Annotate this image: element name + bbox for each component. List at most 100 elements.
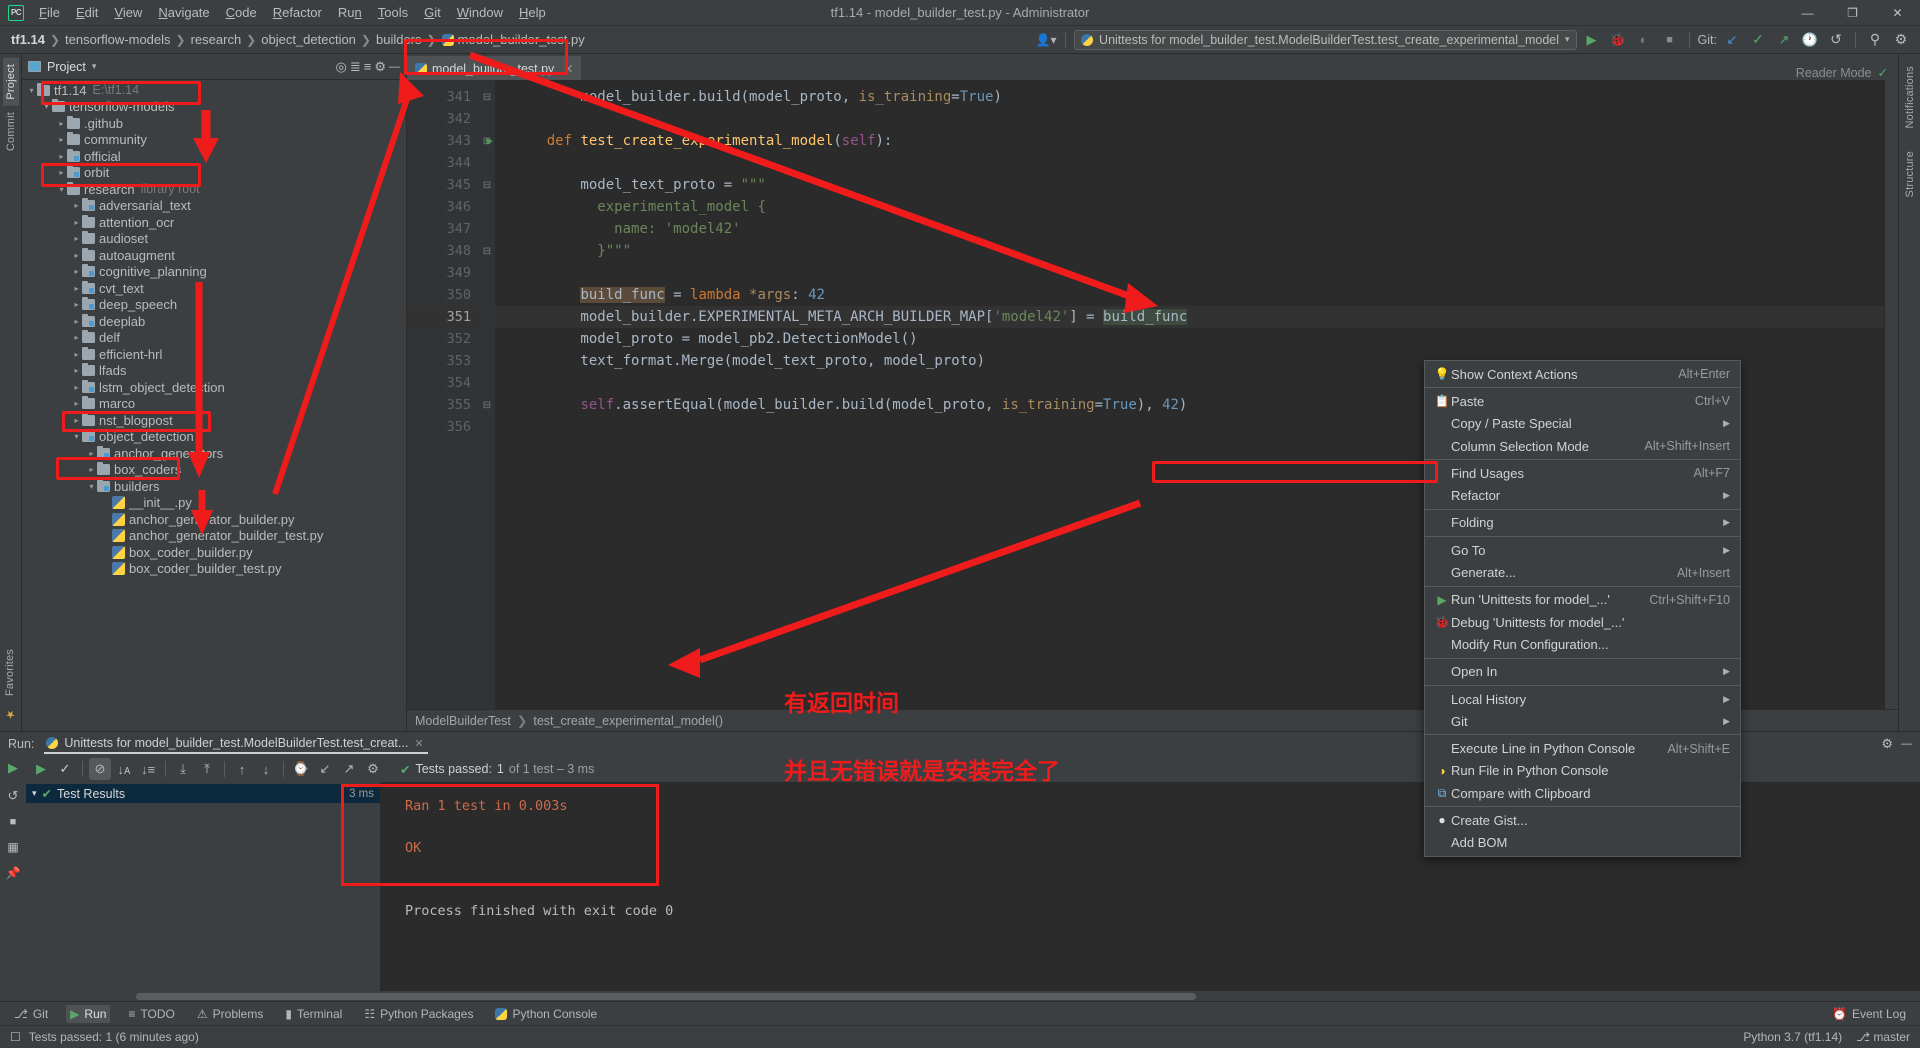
menu-tools[interactable]: Tools bbox=[370, 2, 416, 23]
run-window-tab[interactable]: Unittests for model_builder_test.ModelBu… bbox=[44, 734, 428, 754]
tree-node[interactable]: object_detection bbox=[22, 429, 406, 446]
chevron-right-icon[interactable] bbox=[71, 366, 82, 375]
line-number[interactable]: 346 bbox=[407, 196, 479, 218]
run-configuration-selector[interactable]: Unittests for model_builder_test.ModelBu… bbox=[1074, 29, 1577, 50]
chevron-right-icon[interactable] bbox=[56, 168, 67, 177]
history-icon[interactable]: 🕐 bbox=[1799, 29, 1821, 51]
tree-node[interactable]: community bbox=[22, 132, 406, 149]
status-tab-problems[interactable]: ⚠ Problems bbox=[193, 1005, 267, 1023]
code-line[interactable]: model_builder.EXPERIMENTAL_META_ARCH_BUI… bbox=[495, 306, 1884, 328]
chevron-right-icon[interactable] bbox=[71, 383, 82, 392]
tree-node[interactable]: research library root bbox=[22, 181, 406, 198]
code-line[interactable]: model_text_proto = """ bbox=[495, 174, 1884, 196]
tree-node[interactable]: tensorflow-models bbox=[22, 99, 406, 116]
settings-icon[interactable]: ⚙ bbox=[1890, 29, 1912, 51]
expand-icon[interactable]: ≡ bbox=[364, 59, 372, 74]
settings-icon[interactable]: ⚙ bbox=[1881, 736, 1893, 752]
menu-edit[interactable]: Edit bbox=[68, 2, 106, 23]
sort-duration-icon[interactable]: ↓≡ bbox=[137, 758, 159, 780]
chevron-down-icon[interactable] bbox=[26, 86, 37, 95]
sort-alpha-icon[interactable]: ↓ᴀ bbox=[113, 758, 135, 780]
git-commit-icon[interactable]: ✓ bbox=[1747, 29, 1769, 51]
line-number[interactable]: 347 bbox=[407, 218, 479, 240]
context-menu-item[interactable]: Copy / Paste Special ▶ bbox=[1425, 413, 1740, 435]
tree-node[interactable]: tf1.14 E:\tf1.14 bbox=[22, 82, 406, 99]
tree-node[interactable]: audioset bbox=[22, 231, 406, 248]
context-menu-item[interactable]: Folding ▶ bbox=[1425, 512, 1740, 534]
context-menu-item[interactable]: Column Selection Mode Alt+Shift+Insert bbox=[1425, 435, 1740, 457]
line-number[interactable]: 353 bbox=[407, 350, 479, 372]
tree-node[interactable]: box_coder_builder.py bbox=[22, 544, 406, 561]
line-number-gutter[interactable]: 341 342 343 ▶ 344 345 346 347 348 349 350 351 352 353… bbox=[407, 80, 493, 709]
line-number[interactable]: 345 bbox=[407, 174, 479, 196]
breadcrumb-item-research[interactable]: research bbox=[188, 30, 245, 49]
code-line[interactable] bbox=[495, 262, 1884, 284]
context-menu-item[interactable]: Git ▶ bbox=[1425, 710, 1740, 732]
rerun-icon[interactable]: ▶ bbox=[30, 758, 52, 780]
status-tab-terminal[interactable]: ▮ Terminal bbox=[281, 1005, 346, 1023]
stop-icon[interactable]: ■ bbox=[10, 816, 17, 828]
line-number[interactable]: 342 bbox=[407, 108, 479, 130]
chevron-right-icon[interactable] bbox=[71, 300, 82, 309]
breadcrumb-method[interactable]: test_create_experimental_model() bbox=[533, 714, 723, 728]
chevron-right-icon[interactable] bbox=[71, 317, 82, 326]
context-menu-item[interactable]: Execute Line in Python Console Alt+Shift+… bbox=[1425, 737, 1740, 759]
status-tab-todo[interactable]: ≡ TODO bbox=[124, 1005, 178, 1023]
fold-marker-icon[interactable]: ⊟ bbox=[479, 174, 495, 196]
tree-node[interactable]: marco bbox=[22, 396, 406, 413]
line-number[interactable]: 348 bbox=[407, 240, 479, 262]
tree-node[interactable]: official bbox=[22, 148, 406, 165]
chevron-right-icon[interactable] bbox=[71, 218, 82, 227]
tree-node[interactable]: efficient-hrl bbox=[22, 346, 406, 363]
search-icon[interactable]: ⚲ bbox=[1864, 29, 1886, 51]
context-menu-item[interactable]: 💡 Show Context Actions Alt+Enter bbox=[1425, 363, 1740, 385]
chevron-right-icon[interactable] bbox=[86, 465, 97, 474]
chevron-right-icon[interactable] bbox=[71, 350, 82, 359]
context-menu-item[interactable]: Modify Run Configuration... bbox=[1425, 633, 1740, 655]
debug-button[interactable]: 🐞 bbox=[1607, 29, 1629, 51]
editor-scrollbar[interactable] bbox=[1884, 80, 1898, 709]
context-menu-item[interactable]: ▶ Run 'Unittests for model_...' Ctrl+Shift… bbox=[1425, 589, 1740, 611]
tree-node[interactable]: adversarial_text bbox=[22, 198, 406, 215]
import-icon[interactable]: ↙ bbox=[314, 758, 336, 780]
chevron-right-icon[interactable] bbox=[71, 201, 82, 210]
settings-icon[interactable]: ⚙ bbox=[362, 758, 384, 780]
status-tab-git[interactable]: ⎇ Git bbox=[10, 1005, 52, 1023]
tree-node[interactable]: box_coder_builder_test.py bbox=[22, 561, 406, 578]
chevron-right-icon[interactable] bbox=[71, 399, 82, 408]
coverage-button[interactable]: ◐ bbox=[1633, 29, 1655, 51]
chevron-down-icon[interactable] bbox=[41, 102, 52, 111]
tree-node[interactable]: __init__.py bbox=[22, 495, 406, 512]
chevron-right-icon[interactable] bbox=[71, 284, 82, 293]
breadcrumb-item-object-detection[interactable]: object_detection bbox=[258, 30, 359, 49]
chevron-down-icon[interactable] bbox=[56, 185, 67, 194]
chevron-right-icon[interactable] bbox=[71, 416, 82, 425]
rerun-failed-icon[interactable]: ↺ bbox=[8, 788, 19, 804]
settings-icon[interactable]: ⚙ bbox=[374, 59, 386, 75]
tree-node[interactable]: anchor_generator_builder.py bbox=[22, 511, 406, 528]
context-menu-item[interactable]: ⧉ Compare with Clipboard bbox=[1425, 782, 1740, 804]
fold-marker-icon[interactable]: ⊟ bbox=[479, 86, 495, 108]
target-icon[interactable]: ◎ bbox=[336, 59, 347, 75]
interpreter-label[interactable]: Python 3.7 (tf1.14) bbox=[1743, 1030, 1842, 1044]
line-number[interactable]: 349 bbox=[407, 262, 479, 284]
console-horizontal-scrollbar[interactable] bbox=[26, 991, 1920, 1001]
line-number[interactable]: 351 bbox=[407, 306, 479, 328]
ignored-icon[interactable]: ⊘ bbox=[89, 758, 111, 780]
tree-node[interactable]: anchor_generator_builder_test.py bbox=[22, 528, 406, 545]
code-line[interactable]: def test_create_experimental_model(self)… bbox=[495, 130, 1884, 152]
next-icon[interactable]: ↓ bbox=[255, 758, 277, 780]
menu-refactor[interactable]: Refactor bbox=[265, 2, 330, 23]
sidebar-item-structure[interactable]: Structure bbox=[1902, 145, 1918, 203]
minimize-button[interactable]: — bbox=[1785, 0, 1830, 26]
chevron-right-icon[interactable] bbox=[56, 135, 67, 144]
reader-mode-indicator[interactable]: Reader Mode ✓ bbox=[1796, 65, 1898, 81]
git-push-icon[interactable]: ↗ bbox=[1773, 29, 1795, 51]
menu-file[interactable]: File bbox=[31, 2, 68, 23]
context-menu-item[interactable]: Go To ▶ bbox=[1425, 539, 1740, 561]
tree-node[interactable]: delf bbox=[22, 330, 406, 347]
tree-node[interactable]: anchor_generators bbox=[22, 445, 406, 462]
chevron-right-icon[interactable] bbox=[71, 234, 82, 243]
menu-code[interactable]: Code bbox=[218, 2, 265, 23]
chevron-down-icon[interactable] bbox=[86, 482, 97, 491]
